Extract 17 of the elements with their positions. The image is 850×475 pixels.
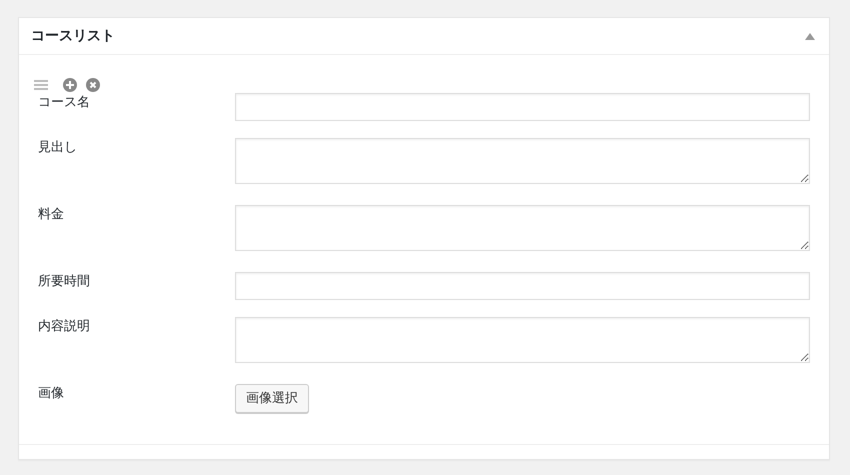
field-label: 料金 [38, 206, 65, 224]
input-field[interactable] [235, 272, 810, 300]
text-area[interactable] [235, 205, 810, 251]
select-image-button[interactable]: 画像選択 [235, 384, 309, 413]
field-label: 見出し [38, 139, 78, 157]
input-field[interactable] [235, 93, 810, 121]
field-label: 内容説明 [38, 318, 91, 336]
collapse-toggle[interactable] [803, 31, 817, 41]
add-icon[interactable] [63, 78, 77, 92]
text-area[interactable] [235, 317, 810, 363]
text-area[interactable] [235, 138, 810, 184]
field-label: 画像 [38, 385, 65, 403]
remove-icon[interactable] [86, 78, 100, 92]
drag-handle-icon[interactable] [34, 80, 48, 90]
field-label: 所要時間 [38, 273, 91, 291]
panel-title: コースリスト [31, 26, 115, 46]
field-label: コース名 [38, 94, 91, 112]
